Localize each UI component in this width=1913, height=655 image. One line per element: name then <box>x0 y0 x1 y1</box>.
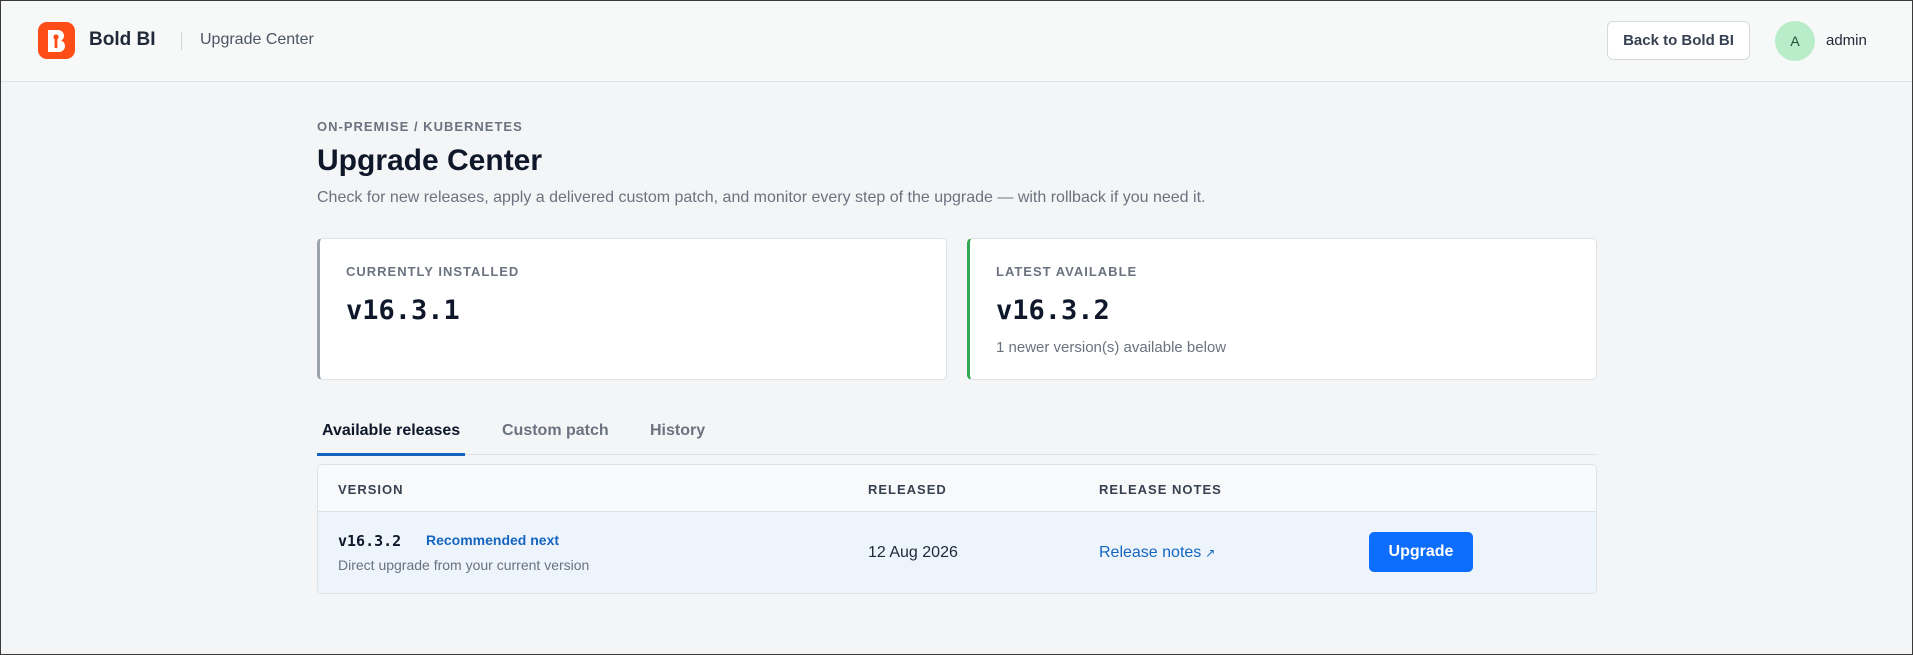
release-tabs: Available releases Custom patch History <box>317 411 1597 456</box>
back-to-bold-bi-button[interactable]: Back to Bold BI <box>1607 21 1750 60</box>
latest-available-card: LATEST AVAILABLE v16.3.2 1 newer version… <box>967 238 1597 380</box>
tab-history[interactable]: History <box>650 422 705 455</box>
table-row: v16.3.2 Recommended next Direct upgrade … <box>318 512 1596 593</box>
avatar[interactable]: A <box>1775 21 1815 61</box>
brand-name: Bold BI <box>89 29 156 50</box>
page-subtitle: Check for new releases, apply a delivere… <box>317 189 1206 206</box>
installed-version: v16.3.1 <box>346 295 460 326</box>
upgrade-button[interactable]: Upgrade <box>1369 532 1473 572</box>
breadcrumb: ON-PREMISE / KUBERNETES <box>317 119 523 134</box>
release-notes-link[interactable]: Release notes ↗ <box>1099 544 1215 562</box>
tab-custom-patch[interactable]: Custom patch <box>502 422 609 455</box>
release-version: v16.3.2 <box>338 532 402 550</box>
column-header-released: RELEASED <box>868 482 947 497</box>
column-header-release-notes: RELEASE NOTES <box>1099 482 1222 497</box>
latest-version: v16.3.2 <box>996 295 1110 326</box>
section-name: Upgrade Center <box>200 31 314 48</box>
currently-installed-card: CURRENTLY INSTALLED v16.3.1 <box>317 238 947 380</box>
user-name[interactable]: admin <box>1826 32 1867 49</box>
latest-note: 1 newer version(s) available below <box>996 339 1227 356</box>
release-date: 12 Aug 2026 <box>868 544 958 561</box>
column-header-version: VERSION <box>338 482 404 497</box>
tab-available-releases[interactable]: Available releases <box>322 422 460 455</box>
external-link-icon: ↗ <box>1205 546 1216 560</box>
release-notes-label: Release notes <box>1099 544 1202 561</box>
header-divider <box>181 32 182 50</box>
top-bar: Bold BI Upgrade Center Back to Bold BI A… <box>0 0 1913 82</box>
latest-label: LATEST AVAILABLE <box>996 264 1138 279</box>
table-header: VERSION RELEASED RELEASE NOTES <box>318 465 1596 512</box>
bold-bi-logo-icon[interactable] <box>38 22 75 59</box>
recommended-badge: Recommended next <box>426 532 560 548</box>
release-description: Direct upgrade from your current version <box>338 557 590 573</box>
installed-label: CURRENTLY INSTALLED <box>346 264 520 279</box>
active-tab-indicator <box>317 453 465 456</box>
releases-table: VERSION RELEASED RELEASE NOTES v16.3.2 R… <box>317 464 1597 594</box>
page-title: Upgrade Center <box>317 144 543 177</box>
